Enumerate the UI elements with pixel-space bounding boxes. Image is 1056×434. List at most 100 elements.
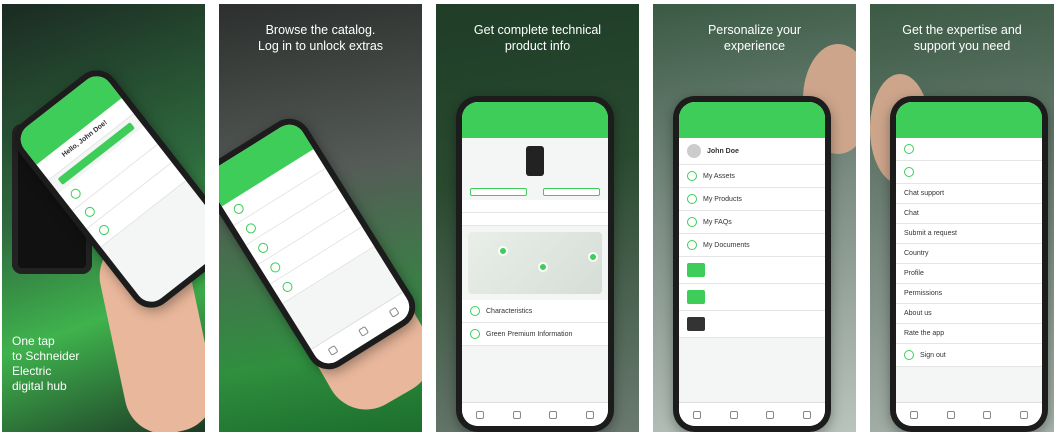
phone-mockup-profile: John Doe My Assets My Products My FAQs M… bbox=[673, 96, 831, 432]
list-item[interactable]: Permissions bbox=[896, 284, 1042, 304]
tab-bar bbox=[896, 402, 1042, 426]
panel-one-tap: Hello, John Doe! One tap to Schneider El… bbox=[2, 4, 205, 432]
leaf-icon bbox=[470, 329, 480, 339]
list-item[interactable]: Submit a request bbox=[896, 224, 1042, 244]
home-icon[interactable] bbox=[476, 410, 485, 419]
user-icon bbox=[904, 144, 914, 154]
list-item[interactable] bbox=[896, 138, 1042, 161]
panel-product-info: Get complete technical product info Char… bbox=[436, 4, 639, 432]
item-icon bbox=[68, 186, 83, 201]
row-label: Submit a request bbox=[904, 230, 957, 237]
action-buttons bbox=[462, 184, 608, 200]
news-thumbnail bbox=[687, 290, 705, 304]
support-icon[interactable] bbox=[983, 410, 992, 419]
item-icon bbox=[244, 221, 258, 236]
store-map[interactable] bbox=[468, 232, 602, 294]
row-label: About us bbox=[904, 310, 932, 317]
app-header bbox=[896, 102, 1042, 138]
tab-bar bbox=[679, 402, 825, 426]
map-pin-icon[interactable] bbox=[588, 252, 598, 262]
list-item[interactable]: About us bbox=[896, 304, 1042, 324]
row-label: Permissions bbox=[904, 290, 943, 297]
question-icon bbox=[687, 217, 697, 227]
product-image bbox=[526, 146, 544, 176]
list-item[interactable]: Chat support bbox=[896, 184, 1042, 204]
more-icon[interactable] bbox=[585, 410, 594, 419]
list-item[interactable]: My Assets bbox=[679, 165, 825, 188]
replacement-button[interactable] bbox=[543, 188, 600, 196]
news-item[interactable] bbox=[679, 284, 825, 311]
product-icon bbox=[687, 194, 697, 204]
panel-caption: Get the expertise and support you need bbox=[902, 23, 1022, 53]
row-label: Profile bbox=[904, 270, 924, 277]
panel-caption: Personalize your experience bbox=[707, 23, 802, 53]
add-button[interactable] bbox=[470, 188, 527, 196]
phone-screen: Chat support Chat Submit a request Count… bbox=[896, 102, 1042, 426]
list-item[interactable]: My Products bbox=[679, 188, 825, 211]
phone-screen bbox=[219, 118, 416, 370]
row-label: My Products bbox=[703, 195, 742, 203]
item-icon bbox=[256, 241, 270, 255]
catalog-icon[interactable] bbox=[946, 410, 955, 419]
support-icon[interactable] bbox=[549, 410, 558, 419]
profile-header: John Doe bbox=[679, 138, 825, 165]
info-icon bbox=[470, 306, 480, 316]
phone-mockup-support: Chat support Chat Submit a request Count… bbox=[890, 96, 1048, 432]
sign-out-icon bbox=[904, 350, 914, 360]
map-pin-icon[interactable] bbox=[498, 246, 508, 256]
app-header bbox=[679, 102, 825, 138]
home-icon[interactable] bbox=[693, 410, 702, 419]
phone-screen: John Doe My Assets My Products My FAQs M… bbox=[679, 102, 825, 426]
tab-bar bbox=[462, 402, 608, 426]
row-label: Characteristics bbox=[486, 307, 533, 315]
list-item[interactable]: Country bbox=[896, 244, 1042, 264]
support-icon[interactable] bbox=[766, 410, 775, 419]
profile-icon[interactable] bbox=[388, 306, 400, 318]
panel-caption: One tap to Schneider Electric digital hu… bbox=[12, 334, 80, 393]
phone-screen: Characteristics Green Premium Informatio… bbox=[462, 102, 608, 426]
row-label: My Documents bbox=[703, 241, 750, 249]
news-thumbnail bbox=[687, 263, 705, 277]
more-icon[interactable] bbox=[1019, 410, 1028, 419]
profile-name: John Doe bbox=[707, 147, 739, 155]
row-label: My Assets bbox=[703, 172, 735, 180]
home-icon[interactable] bbox=[327, 344, 339, 356]
sign-out-item[interactable]: Sign out bbox=[896, 344, 1042, 367]
product-description bbox=[462, 200, 608, 213]
list-item[interactable]: Characteristics bbox=[462, 300, 608, 323]
panel-support: Get the expertise and support you need C… bbox=[870, 4, 1054, 432]
list-item[interactable]: Chat bbox=[896, 204, 1042, 224]
item-icon bbox=[82, 204, 97, 219]
row-label: Chat bbox=[904, 210, 919, 217]
row-label: Rate the app bbox=[904, 330, 945, 337]
list-item[interactable]: Green Premium Information bbox=[462, 323, 608, 346]
more-icon[interactable] bbox=[802, 410, 811, 419]
box-icon bbox=[687, 171, 697, 181]
catalog-icon[interactable] bbox=[512, 410, 521, 419]
news-item[interactable] bbox=[679, 257, 825, 284]
list-item[interactable]: Rate the app bbox=[896, 324, 1042, 344]
row-label: Chat support bbox=[904, 190, 945, 197]
price-row bbox=[462, 213, 608, 226]
document-icon bbox=[687, 240, 697, 250]
row-label: My FAQs bbox=[703, 218, 732, 226]
panel-catalog: Browse the catalog. Log in to unlock ext… bbox=[219, 4, 422, 432]
list-item[interactable] bbox=[896, 161, 1042, 184]
panel-caption: Browse the catalog. Log in to unlock ext… bbox=[257, 23, 384, 53]
list-item[interactable]: My FAQs bbox=[679, 211, 825, 234]
avatar bbox=[687, 144, 701, 158]
item-icon bbox=[280, 280, 295, 294]
catalog-icon[interactable] bbox=[729, 410, 738, 419]
app-header bbox=[462, 102, 608, 138]
home-icon[interactable] bbox=[910, 410, 919, 419]
catalog-icon[interactable] bbox=[357, 325, 369, 337]
row-label: Sign out bbox=[920, 351, 946, 359]
list-item[interactable]: My Documents bbox=[679, 234, 825, 257]
news-item[interactable] bbox=[679, 311, 825, 338]
map-pin-icon[interactable] bbox=[538, 262, 548, 272]
phone-mockup-product: Characteristics Green Premium Informatio… bbox=[456, 96, 614, 432]
list-item[interactable]: Profile bbox=[896, 264, 1042, 284]
news-thumbnail bbox=[687, 317, 705, 331]
row-label: Green Premium Information bbox=[486, 330, 573, 338]
sync-icon bbox=[904, 167, 914, 177]
